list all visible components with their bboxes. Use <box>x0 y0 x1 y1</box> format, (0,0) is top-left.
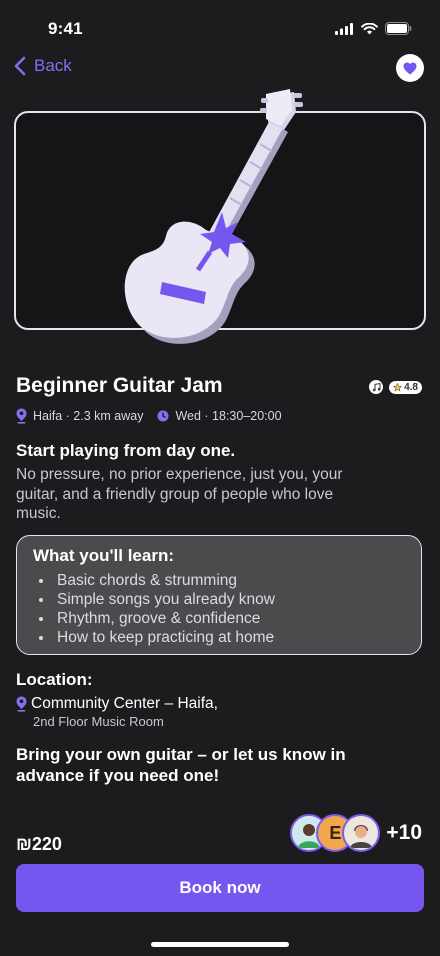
status-icons <box>335 22 412 35</box>
music-note-icon <box>372 382 381 391</box>
event-title: Beginner Guitar Jam <box>16 374 223 397</box>
learn-title: What you'll learn: <box>33 546 174 565</box>
favorite-button[interactable] <box>396 54 424 82</box>
avatar-person-icon <box>346 818 377 848</box>
list-item: Rhythm, groove & confidence <box>39 609 275 628</box>
battery-icon <box>385 22 412 35</box>
attendees[interactable]: E +10 <box>290 814 422 852</box>
signal-icon <box>335 22 353 35</box>
list-item: Simple songs you already know <box>39 590 275 609</box>
back-label: Back <box>34 56 72 75</box>
list-item: Basic chords & strumming <box>39 571 275 590</box>
attendee-count: +10 <box>386 821 422 844</box>
schedule-text: Wed · 18:30–20:00 <box>175 409 282 423</box>
status-time: 9:41 <box>48 19 83 38</box>
avatar-initial: E <box>329 822 342 843</box>
location-pin-icon <box>16 408 27 424</box>
event-subtitle: Start playing from day one. <box>16 441 236 460</box>
nav-bar: Back <box>0 52 440 86</box>
location-venue-row: Community Center – Haifa, <box>16 695 218 713</box>
star-icon <box>393 382 403 392</box>
book-now-button[interactable]: Book now <box>16 864 424 912</box>
rating-value: 4.8 <box>404 381 418 393</box>
status-bar: 9:41 <box>0 0 440 58</box>
avatar <box>342 814 381 852</box>
guitar-illustration <box>124 89 303 344</box>
category-badge <box>369 380 384 394</box>
distance-text: Haifa · 2.3 km away <box>33 409 144 423</box>
location-pin-icon <box>16 696 27 712</box>
location-title: Location: <box>16 670 93 689</box>
event-meta: Haifa · 2.3 km away Wed · 18:30–20:00 <box>16 408 282 424</box>
venue-room: 2nd Floor Music Room <box>33 714 164 729</box>
event-description: No pressure, no prior experience, just y… <box>16 466 343 522</box>
chevron-left-icon <box>14 56 26 76</box>
rating-badge: 4.8 <box>389 380 422 394</box>
venue-name: Community Center – Haifa, <box>31 695 218 712</box>
learn-list: Basic chords & strumming Simple songs yo… <box>39 571 275 647</box>
event-badges: 4.8 <box>369 380 422 394</box>
clock-icon <box>157 410 169 422</box>
price: ₪220 <box>16 834 62 854</box>
list-item: How to keep practicing at home <box>39 628 275 647</box>
learn-card: What you'll learn: Basic chords & strumm… <box>16 535 422 655</box>
wifi-icon <box>361 22 378 34</box>
home-indicator <box>151 942 289 947</box>
bring-guitar-note: Bring your own guitar – or let us know i… <box>16 745 346 785</box>
back-button[interactable]: Back <box>14 56 72 76</box>
heart-icon <box>403 62 417 74</box>
